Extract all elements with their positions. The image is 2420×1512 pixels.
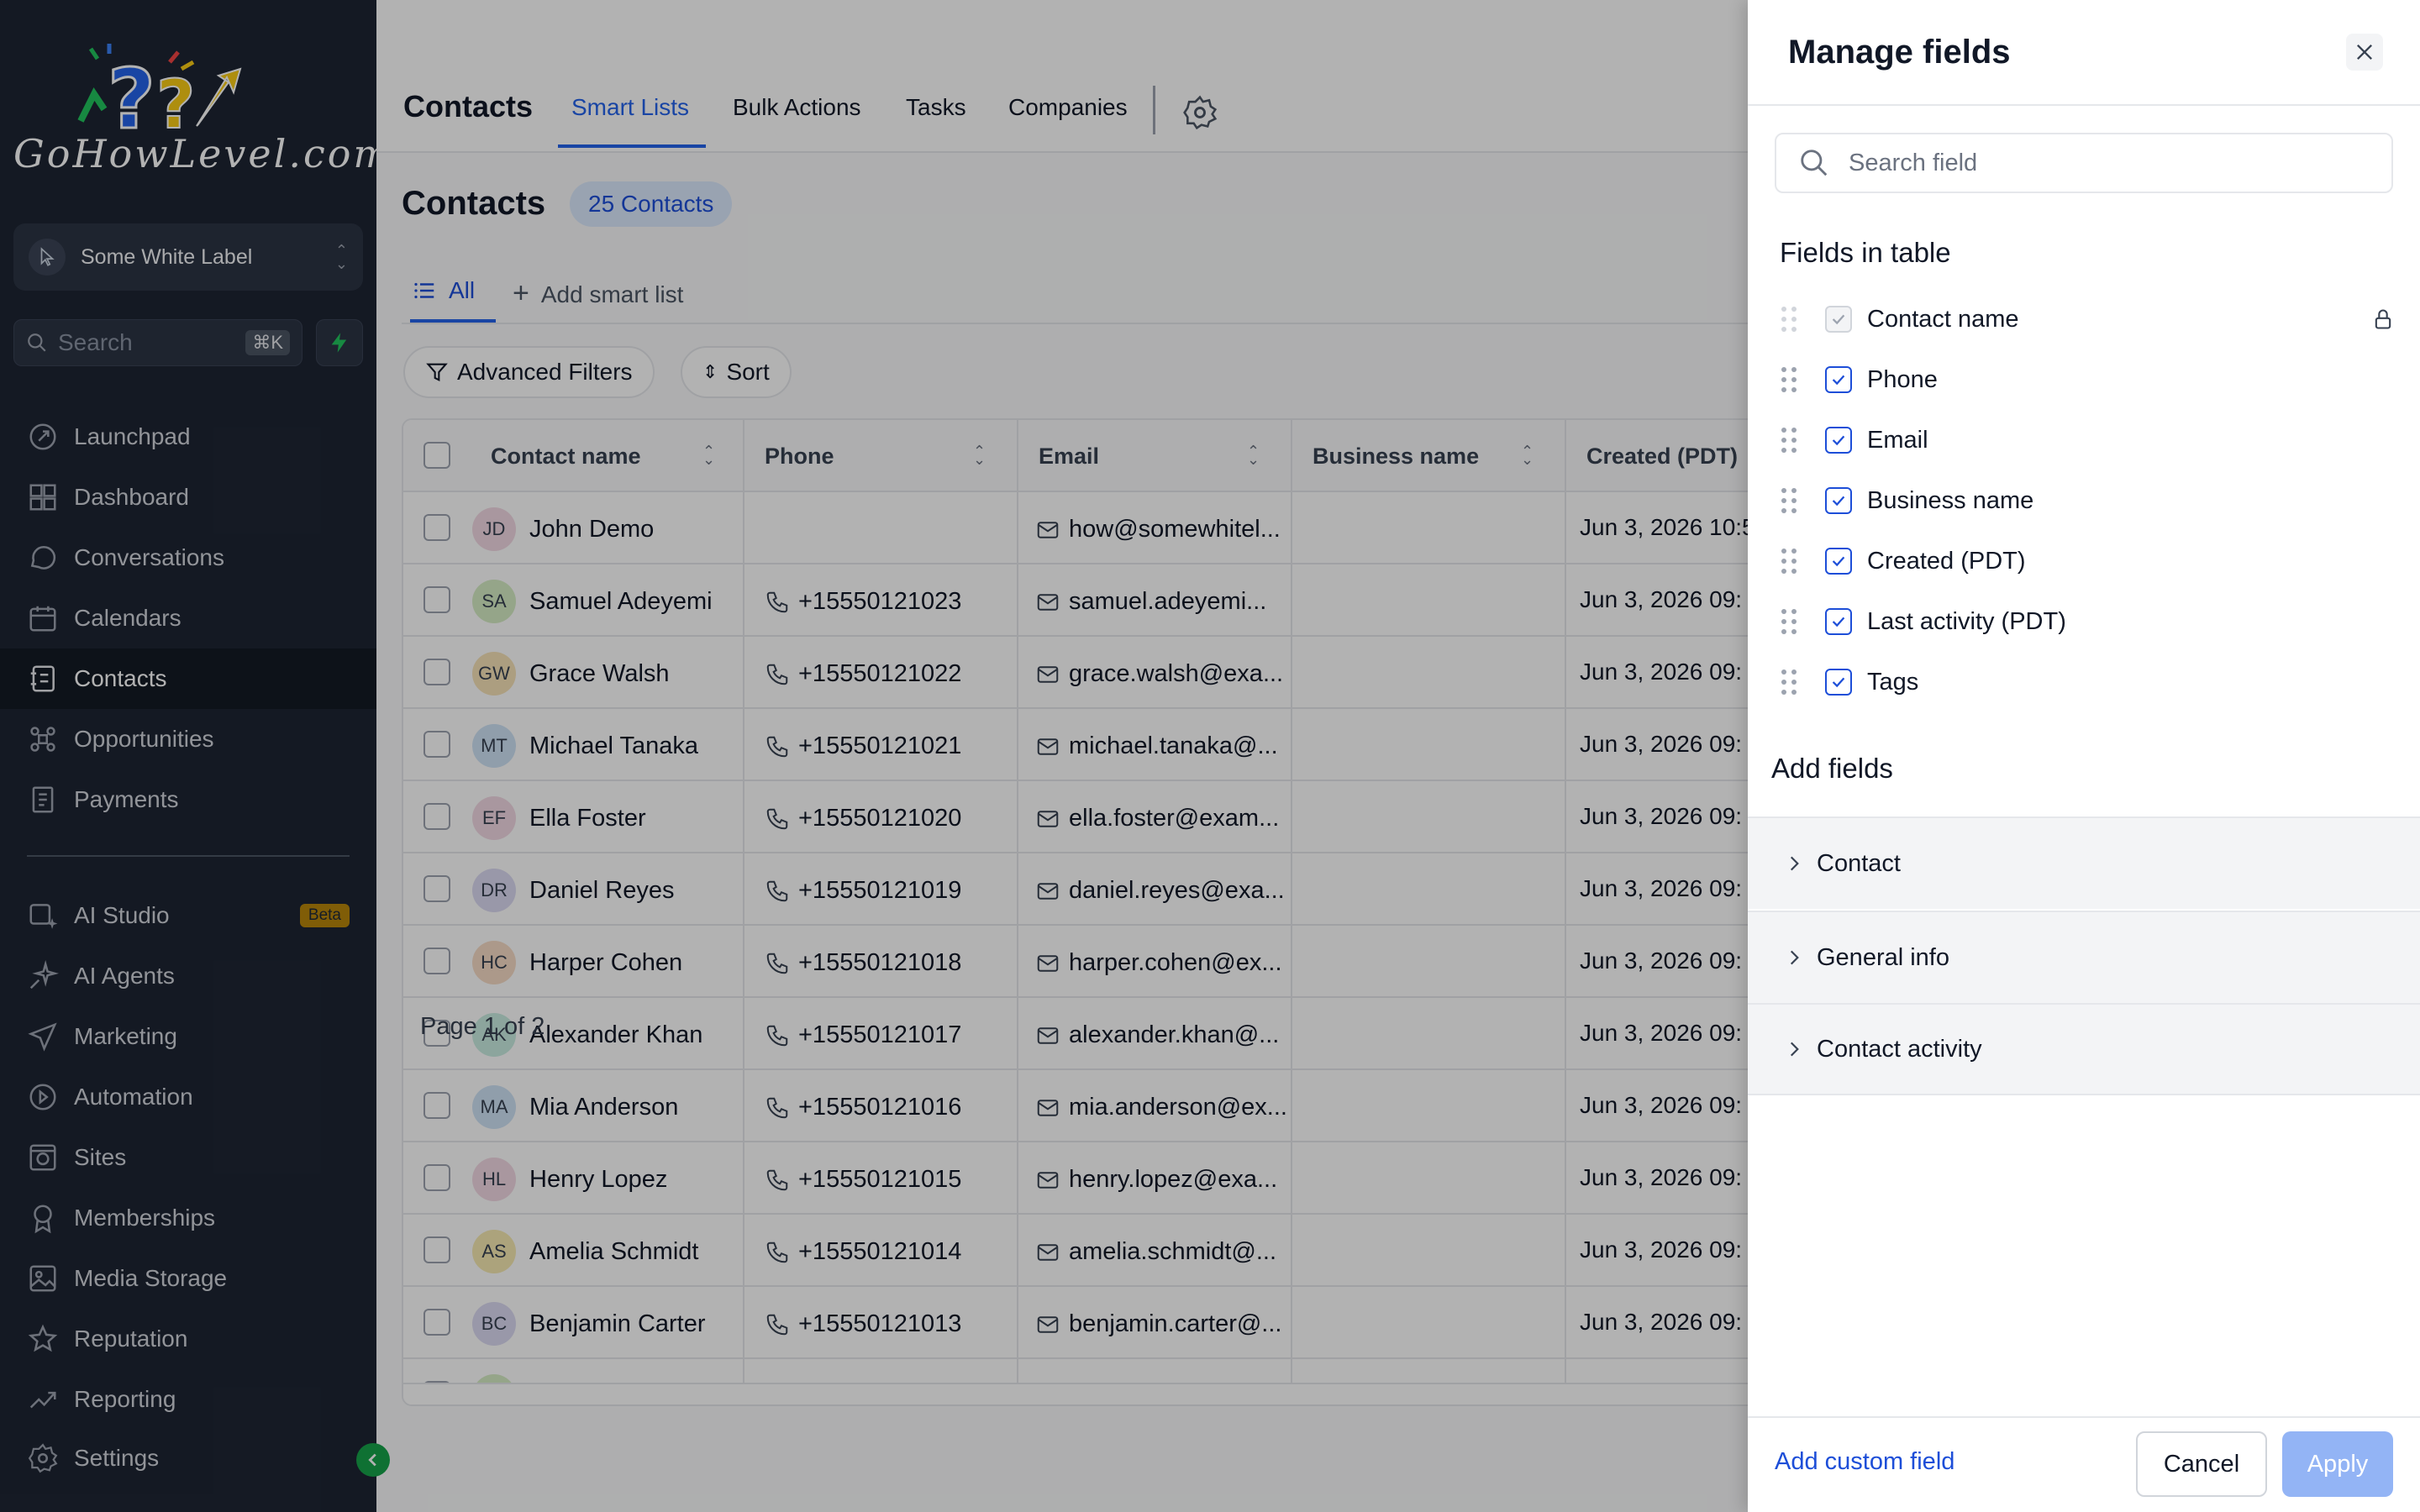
chevron-right-icon (1790, 950, 1799, 965)
apply-button[interactable]: Apply (2282, 1431, 2393, 1497)
field-checkbox[interactable] (1825, 427, 1852, 454)
field-checkbox[interactable] (1825, 487, 1852, 514)
field-label: Created (PDT) (1867, 547, 2026, 575)
field-row[interactable]: Last activity (PDT) (1781, 598, 2395, 645)
close-drawer-button[interactable] (2346, 34, 2383, 71)
field-label: Contact name (1867, 305, 2019, 333)
field-checkbox (1825, 306, 1852, 333)
check-icon (1832, 314, 1845, 325)
field-label: Tags (1867, 668, 1919, 696)
chevron-right-icon (1790, 856, 1799, 871)
chevron-right-icon (1790, 1042, 1799, 1057)
field-label: Business name (1867, 486, 2034, 514)
field-checkbox[interactable] (1825, 548, 1852, 575)
check-icon (1832, 556, 1845, 567)
field-label: Phone (1867, 365, 1938, 393)
group-label: General info (1817, 943, 1949, 971)
field-checkbox[interactable] (1825, 608, 1852, 635)
group-general-info[interactable]: General info (1748, 911, 2420, 1003)
check-icon (1832, 435, 1845, 446)
check-icon (1832, 375, 1845, 386)
cancel-button[interactable]: Cancel (2136, 1431, 2267, 1497)
check-icon (1832, 496, 1845, 507)
add-fields-heading: Add fields (1771, 753, 1893, 784)
field-checkbox[interactable] (1825, 366, 1852, 393)
group-contact-activity[interactable]: Contact activity (1748, 1003, 2420, 1095)
manage-fields-drawer: Manage fields Search field Fields in tab… (1748, 0, 2420, 1512)
group-label: Contact (1817, 849, 1901, 877)
group-label: Contact activity (1817, 1035, 1982, 1063)
close-icon (2357, 45, 2372, 60)
field-row[interactable]: Business name (1781, 477, 2395, 524)
field-checkbox[interactable] (1825, 669, 1852, 696)
group-contact[interactable]: Contact (1748, 816, 2420, 909)
field-row[interactable]: Phone (1781, 356, 2395, 403)
drag-handle-icon[interactable] (1781, 488, 1798, 513)
search-icon (1801, 150, 1828, 176)
lock-icon (2375, 309, 2391, 329)
drawer-divider (1748, 104, 2420, 106)
field-row[interactable]: Created (PDT) (1781, 538, 2395, 585)
check-icon (1832, 617, 1845, 627)
drag-handle-icon[interactable] (1781, 367, 1798, 392)
drag-handle-icon (1781, 307, 1798, 332)
check-icon (1832, 677, 1845, 688)
drag-handle-icon[interactable] (1781, 428, 1798, 453)
field-search-placeholder: Search field (1849, 149, 1978, 176)
fields-in-table-heading: Fields in table (1780, 237, 1951, 268)
drag-handle-icon[interactable] (1781, 669, 1798, 695)
field-search-input[interactable]: Search field (1775, 133, 2393, 193)
drag-handle-icon[interactable] (1781, 609, 1798, 634)
field-row[interactable]: Tags (1781, 659, 2395, 706)
field-label: Email (1867, 426, 1928, 454)
drawer-title: Manage fields (1788, 34, 2011, 71)
field-row[interactable]: Email (1781, 417, 2395, 464)
field-row[interactable]: Contact name (1781, 296, 2395, 343)
add-custom-field-link[interactable]: Add custom field (1775, 1448, 1954, 1476)
field-label: Last activity (PDT) (1867, 607, 2066, 635)
drag-handle-icon[interactable] (1781, 549, 1798, 574)
